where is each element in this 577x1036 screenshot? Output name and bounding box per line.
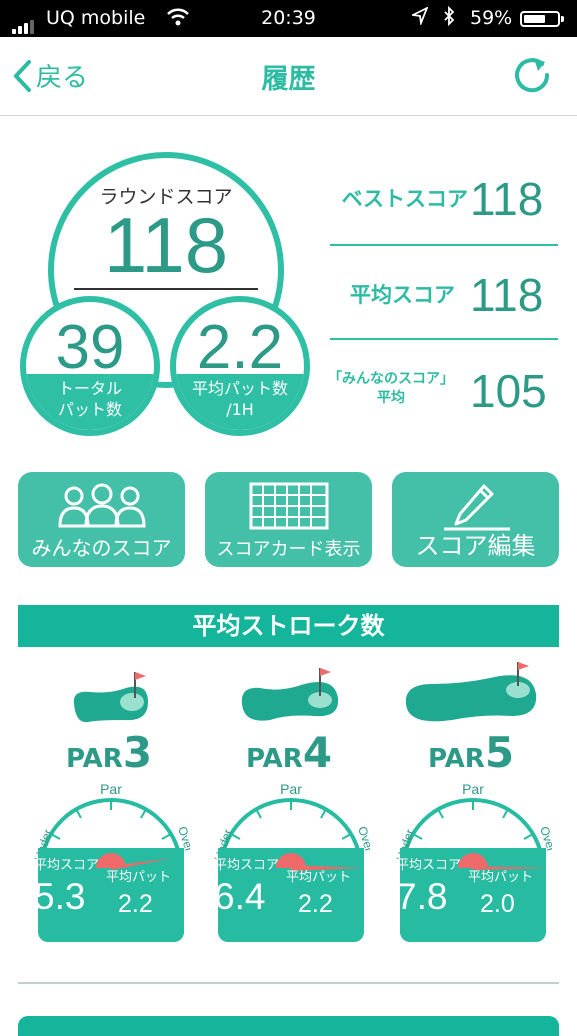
best-score-label: ベストスコア xyxy=(341,187,468,211)
avg-score-label: 平均スコア xyxy=(34,858,100,873)
round-score-value: 118 xyxy=(103,201,229,289)
divider xyxy=(18,982,559,984)
best-score-value: 118 xyxy=(470,173,544,225)
par5-gauge: Par Under Over 平均スコア 平均パット 7.8 2.0 xyxy=(394,778,552,948)
avg-putt-value: 2.2 xyxy=(298,890,333,918)
refresh-button[interactable] xyxy=(510,53,554,101)
divider xyxy=(330,338,558,340)
gauge-par-label: Par xyxy=(280,781,302,797)
everyone-scores-button[interactable]: みんなのスコア xyxy=(18,472,185,567)
avg-putts-label: 平均パット数 /1H xyxy=(191,379,288,419)
total-putts-value: 39 xyxy=(55,313,125,382)
people-icon xyxy=(18,482,185,534)
avg-putt-value: 2.2 xyxy=(118,890,153,918)
avg-score-label: 平均スコア xyxy=(350,283,455,307)
page-title: 履歴 xyxy=(261,64,316,95)
par3-label: PAR3 xyxy=(66,728,153,777)
par3-gauge: Par Under Over 平均スコア 平均パット 5.3 2.2 xyxy=(32,778,190,948)
total-putts-circle: 39 トータル パット数 xyxy=(20,296,160,436)
refresh-icon xyxy=(515,58,550,93)
par5-hole-icon xyxy=(402,658,542,730)
avg-score-value: 7.8 xyxy=(396,876,448,917)
section-header: 平均ストローク数 xyxy=(18,605,559,647)
edit-score-button[interactable]: スコア編集 xyxy=(392,472,559,567)
total-putts-label: トータル パット数 xyxy=(57,379,122,419)
avg-putt-label: 平均パット xyxy=(468,870,534,885)
everyone-scores-label: みんなのスコア xyxy=(31,536,172,560)
avg-score-value: 6.4 xyxy=(214,876,266,917)
scorecard-label: スコアカード表示 xyxy=(216,539,361,560)
divider xyxy=(330,244,558,246)
avg-putts-circle: 2.2 平均パット数 /1H xyxy=(170,296,310,436)
everyone-avg-label: 「みんなのスコア」 平均 xyxy=(328,371,454,406)
nav-bar: 戻る 履歴 xyxy=(0,37,577,116)
avg-putt-value: 2.0 xyxy=(480,890,515,918)
avg-score-value: 118 xyxy=(470,269,544,321)
everyone-avg-value: 105 xyxy=(470,365,547,417)
avg-putts-value: 2.2 xyxy=(196,313,284,382)
location-icon xyxy=(410,6,429,30)
avg-score-label: 平均スコア xyxy=(214,858,280,873)
gauge-par-label: Par xyxy=(462,781,484,797)
avg-score-label: 平均スコア xyxy=(396,858,462,873)
scorecard-button[interactable]: スコアカード表示 xyxy=(205,472,372,567)
next-section-header xyxy=(18,1016,559,1036)
battery-percent: 59% xyxy=(470,7,513,29)
avg-score-value: 5.3 xyxy=(34,876,86,917)
avg-putt-label: 平均パット xyxy=(286,870,352,885)
grid-icon xyxy=(205,482,372,534)
avg-putt-label: 平均パット xyxy=(106,870,172,885)
divider xyxy=(74,288,258,290)
par4-label: PAR4 xyxy=(246,728,333,777)
edit-score-label: スコア編集 xyxy=(415,532,536,560)
battery-icon xyxy=(520,11,560,27)
bluetooth-icon xyxy=(442,5,456,31)
par3-hole-icon xyxy=(68,668,158,730)
par4-hole-icon xyxy=(238,664,348,730)
status-bar: UQ mobile 20:39 59% xyxy=(0,0,577,37)
par4-gauge: Par Under Over 平均スコア 平均パット 6.4 2.2 xyxy=(212,778,370,948)
par5-label: PAR5 xyxy=(428,728,515,777)
gauge-par-label: Par xyxy=(100,781,122,797)
